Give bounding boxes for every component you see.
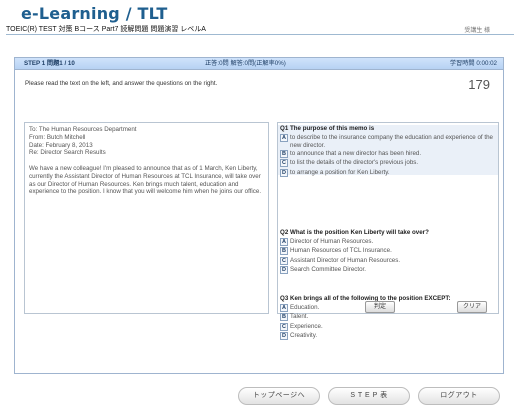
option-letter[interactable]: C (280, 159, 288, 168)
q1-option-b[interactable]: B to announce that a new director has be… (278, 150, 498, 159)
clear-button[interactable]: クリア (457, 301, 487, 313)
q3-option-d[interactable]: D Creativity. (278, 331, 498, 340)
option-text[interactable]: to list the details of the director's pr… (290, 159, 418, 166)
judge-button[interactable]: 判定 (365, 301, 395, 313)
q3-option-c[interactable]: C Experience. (278, 322, 498, 331)
option-text[interactable]: to announce that a new director has been… (290, 150, 421, 157)
elapsed-time: 学習時間 0:00:02 (449, 60, 497, 67)
breadcrumb: TOEIC(R) TEST 対策 Bコース Part7 読解問題 問題演習 レベ… (6, 26, 206, 33)
option-text[interactable]: Talent. (290, 313, 308, 320)
option-text[interactable]: Experience. (290, 323, 323, 330)
option-letter[interactable]: A (280, 304, 288, 313)
option-letter[interactable]: A (280, 238, 288, 247)
option-letter[interactable]: D (280, 168, 288, 177)
question-text: Q1 The purpose of this memo is (280, 125, 375, 132)
question-text: Q2 What is the position Ken Liberty will… (280, 229, 429, 236)
q2-option-b[interactable]: B Human Resources of TCL Insurance. (278, 247, 498, 256)
instruction-text: Please read the text on the left, and an… (25, 80, 218, 87)
step-header: STEP 1 問題1 / 10 正答:0問 解答:0問(正解率0%) 学習時間 … (15, 58, 503, 70)
option-letter[interactable]: C (280, 256, 288, 265)
option-text[interactable]: Human Resources of TCL Insurance. (290, 247, 392, 254)
memo-to: To: The Human Resources Department (29, 126, 137, 133)
q2-option-c[interactable]: C Assistant Director of Human Resources. (278, 256, 498, 265)
q1-option-d[interactable]: D to arrange a position for Ken Liberty. (278, 168, 498, 177)
reading-passage[interactable]: To: The Human Resources Department From:… (24, 122, 269, 314)
exercise-panel: STEP 1 問題1 / 10 正答:0問 解答:0問(正解率0%) 学習時間 … (14, 57, 504, 374)
memo-body: We have a new colleague! I'm pleased to … (29, 164, 262, 196)
question-panel: Q1 The purpose of this memo is A to desc… (277, 122, 499, 340)
option-letter[interactable]: A (280, 134, 288, 143)
logout-button[interactable]: ログアウト (418, 387, 500, 405)
q1-option-c[interactable]: C to list the details of the director's … (278, 159, 498, 168)
option-letter[interactable]: B (280, 150, 288, 159)
app-title: e-Learning / TLT (21, 4, 168, 23)
option-text[interactable]: Search Committee Director. (290, 266, 366, 273)
option-letter[interactable]: D (280, 331, 288, 340)
memo-date: Date: February 8, 2013 (29, 141, 93, 149)
app-header: e-Learning / TLT TOEIC(R) TEST 対策 Bコース P… (0, 0, 520, 36)
header-divider (6, 34, 514, 35)
option-letter[interactable]: B (280, 313, 288, 322)
question-1: Q1 The purpose of this memo is A to desc… (278, 125, 498, 177)
memo-from: From: Butch Mitchell (29, 133, 86, 141)
step-indicator: STEP 1 問題1 / 10 (24, 60, 75, 67)
option-text[interactable]: to arrange a position for Ken Liberty. (290, 169, 390, 176)
question-2: Q2 What is the position Ken Liberty will… (278, 229, 498, 274)
countdown-timer: 179 (468, 77, 490, 92)
q3-option-b[interactable]: B Talent. (278, 313, 498, 322)
option-text[interactable]: Education. (290, 304, 319, 311)
option-letter[interactable]: B (280, 247, 288, 256)
option-text[interactable]: Creativity. (290, 332, 317, 339)
q1-option-a[interactable]: A to describe to the insurance company t… (278, 134, 498, 149)
option-letter[interactable]: C (280, 322, 288, 331)
option-letter[interactable]: D (280, 265, 288, 274)
memo-subject: Re: Director Search Results (29, 149, 106, 157)
step-table-button[interactable]: S T E P 表 (328, 387, 410, 405)
option-text[interactable]: Director of Human Resources. (290, 238, 373, 245)
answer-stats: 正答:0問 解答:0問(正解率0%) (205, 60, 286, 67)
top-page-button[interactable]: トップページへ (238, 387, 320, 405)
option-text[interactable]: to describe to the insurance company the… (290, 134, 498, 149)
q2-option-a[interactable]: A Director of Human Resources. (278, 238, 498, 247)
user-name: 受講生 様 (464, 28, 490, 34)
q2-option-d[interactable]: D Search Committee Director. (278, 265, 498, 274)
option-text[interactable]: Assistant Director of Human Resources. (290, 257, 400, 264)
